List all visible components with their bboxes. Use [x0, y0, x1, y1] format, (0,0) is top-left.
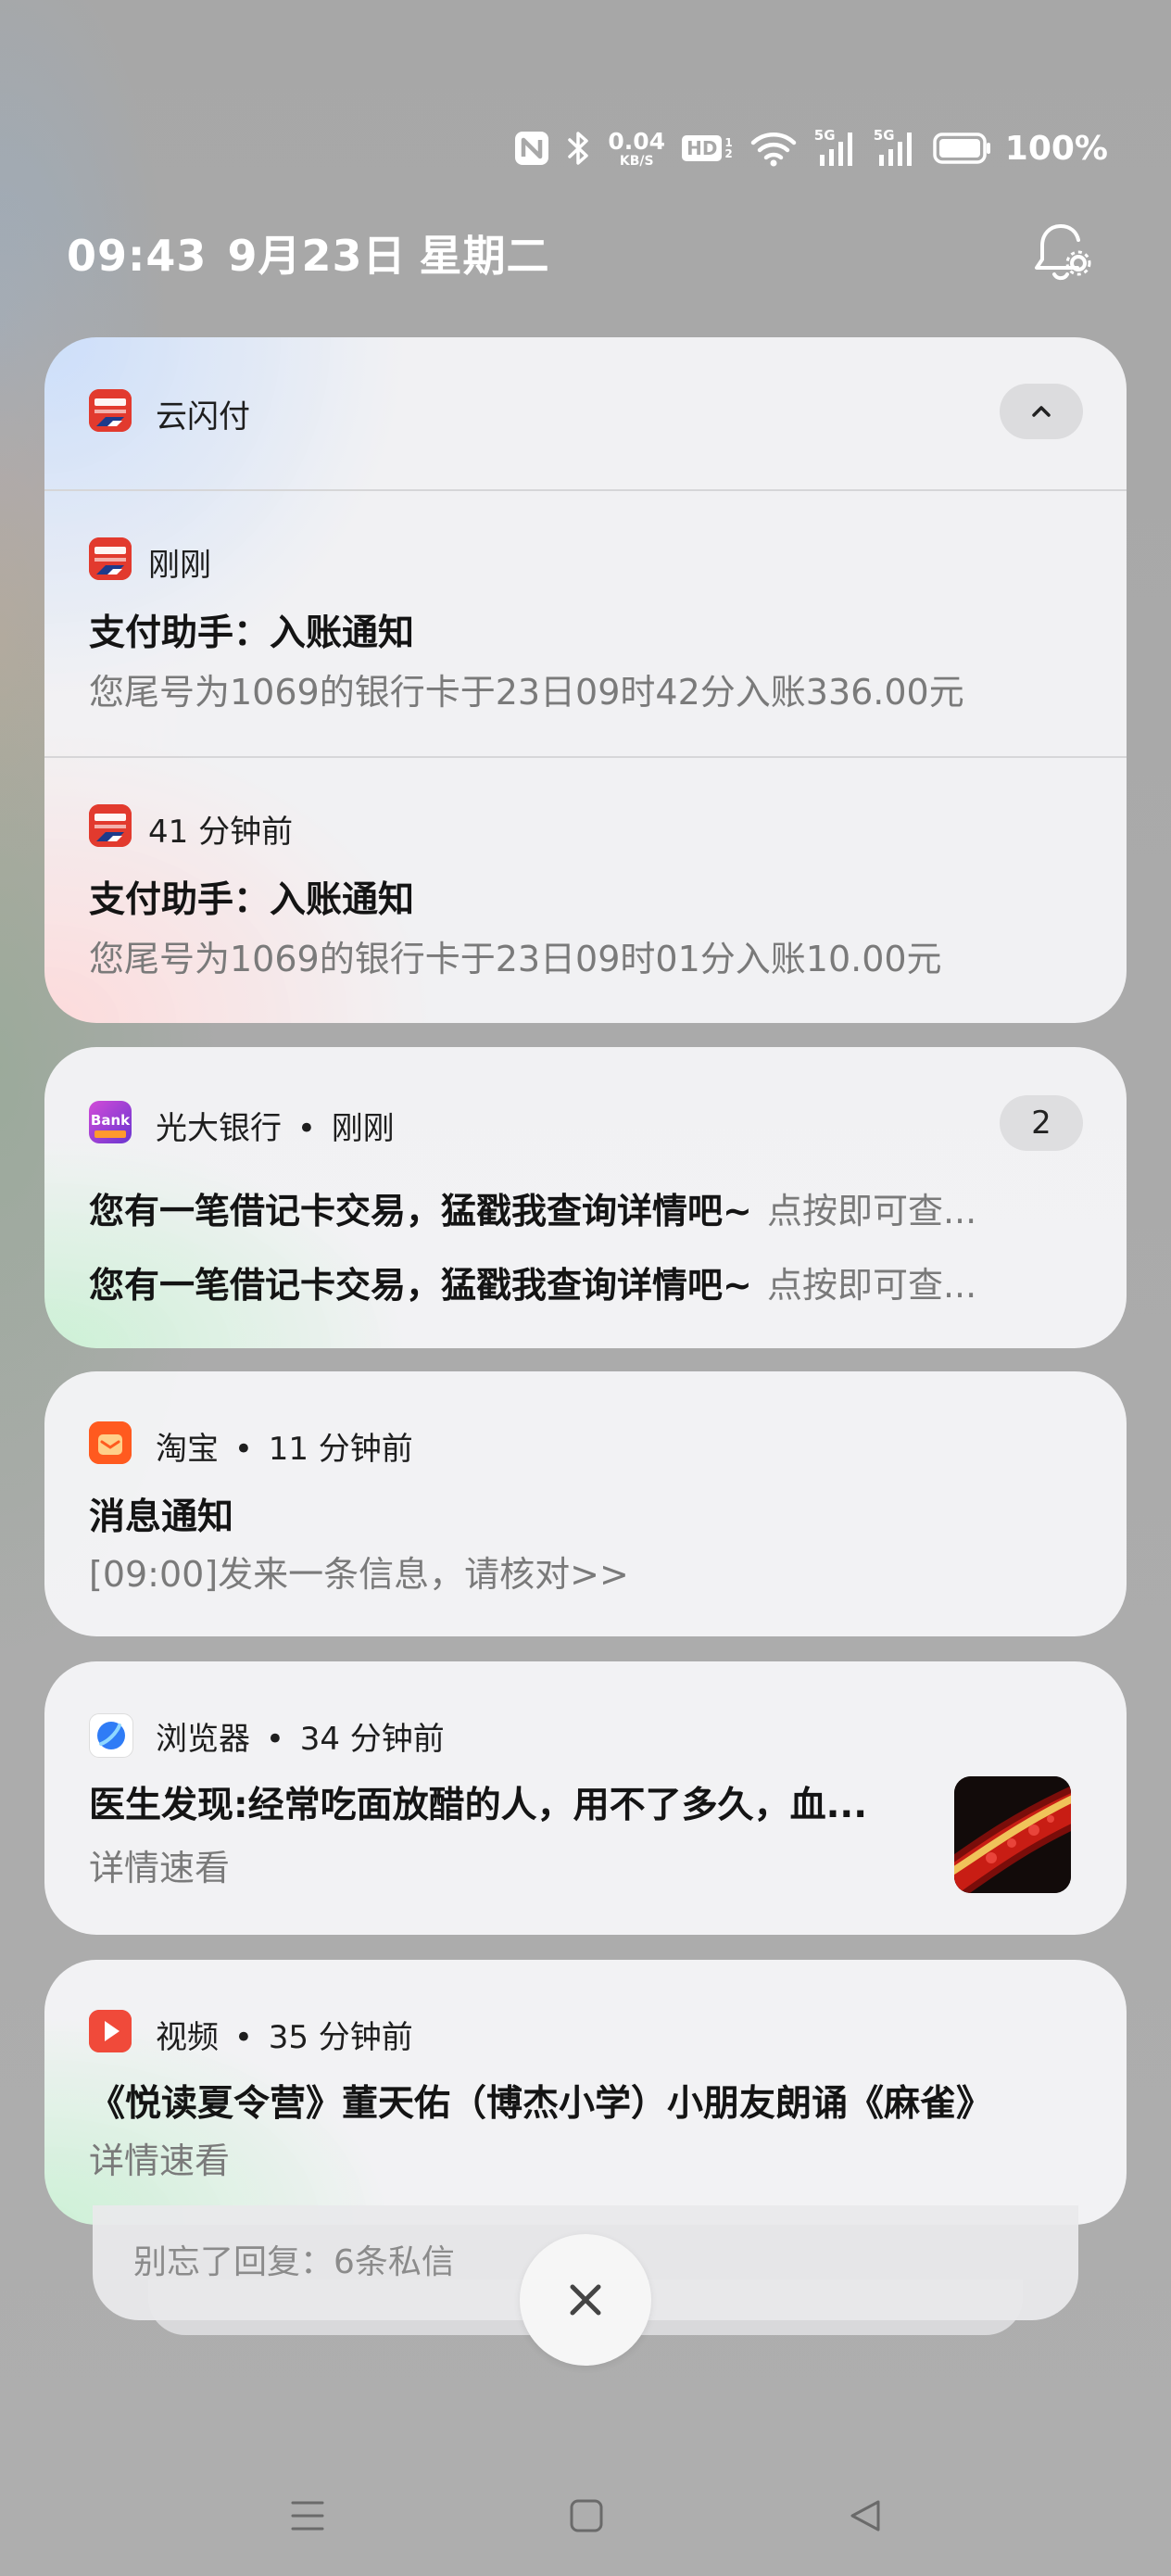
clear-all-button[interactable] [520, 2234, 651, 2366]
battery-percent: 100% [1004, 129, 1108, 168]
notification-title: 支付助手：入账通知 [89, 879, 415, 921]
video-app-icon [89, 2010, 132, 2052]
chevron-up-icon [1032, 406, 1051, 417]
notification-title: 《悦读夏令营》董天佑（博杰小学）小朋友朗诵《麻雀》 [89, 2083, 993, 2125]
hd-icon: HD 12 [682, 135, 733, 161]
network-speed: 0.04 KB/S [608, 130, 665, 168]
app-name: 视频 [156, 2019, 219, 2056]
yunshanfu-app-icon [89, 537, 132, 580]
notification-line-hint: 点按即可查... [766, 1265, 977, 1306]
weekday-text: 星期二 [419, 231, 550, 281]
notification-line: 您有一笔借记卡交易，猛戳我查询详情吧~ 点按即可查... [89, 1182, 976, 1233]
hd-label: HD [682, 135, 723, 161]
notification-item[interactable]: 刚刚 支付助手：入账通知 您尾号为1069的银行卡于23日09时42分入账336… [44, 491, 1127, 760]
notification-time: 刚刚 [148, 547, 211, 584]
date-time-header: 09:43 9月23日 星期二 [67, 222, 549, 284]
network-speed-value: 0.04 [608, 127, 666, 155]
signal-1-icon: 5G [813, 127, 857, 168]
signal-1-label: 5G [813, 127, 836, 144]
notification-title: 消息通知 [89, 1496, 234, 1538]
signal-2-icon: 5G [873, 127, 916, 168]
yunshanfu-app-icon [89, 804, 132, 847]
bluetooth-icon [567, 129, 591, 168]
notification-time: 41 分钟前 [148, 814, 294, 851]
status-bar: 0.04 KB/S HD 12 5G 5G 100% [513, 120, 1108, 176]
back-triangle-icon [850, 2500, 880, 2532]
collapse-group-button[interactable] [1000, 384, 1083, 439]
notification-header: 浏览器 • 34 分钟前 [156, 1713, 445, 1759]
notification-thumbnail-image [954, 1776, 1071, 1893]
notification-guangda-bank[interactable]: Bank 光大银行 • 刚刚 2 您有一笔借记卡交易，猛戳我查询详情吧~ 点按即… [44, 1047, 1127, 1348]
notification-time: 刚刚 [331, 1110, 395, 1147]
notification-header: 光大银行 • 刚刚 [156, 1103, 395, 1148]
notification-body: 详情速看 [89, 1848, 231, 1888]
notification-header: 视频 • 35 分钟前 [156, 2012, 413, 2057]
group-app-name: 云闪付 [156, 398, 250, 436]
notification-item[interactable]: 41 分钟前 支付助手：入账通知 您尾号为1069的银行卡于23日09时01分入… [44, 758, 1127, 1023]
clock-time: 09:43 [67, 231, 208, 281]
nav-back-button[interactable] [837, 2488, 893, 2544]
nav-home-button[interactable] [559, 2488, 614, 2544]
wifi-icon [749, 130, 798, 167]
stacked-notification-text: 别忘了回复：6条私信 [133, 2243, 455, 2281]
notification-body: 您尾号为1069的银行卡于23日09时01分入账10.00元 [89, 939, 942, 979]
notification-line-text: 您有一笔借记卡交易，猛戳我查询详情吧~ [89, 1191, 752, 1231]
notification-time: 11 分钟前 [268, 1431, 413, 1468]
notification-body: [09:00]发来一条信息，请核对>> [89, 1554, 629, 1595]
battery-icon [933, 132, 992, 165]
app-name: 光大银行 [156, 1110, 282, 1147]
nav-menu-button[interactable] [280, 2488, 335, 2544]
notification-group-yunshanfu[interactable]: 云闪付 刚刚 支付助手：入账通知 您尾号为1069的银行卡于23日09时42分入… [44, 337, 1127, 1023]
notification-video[interactable]: 视频 • 35 分钟前 《悦读夏令营》董天佑（博杰小学）小朋友朗诵《麻雀》 详情… [44, 1960, 1127, 2225]
yunshanfu-app-icon [89, 389, 132, 432]
home-square-icon [570, 2499, 603, 2532]
notification-count-badge[interactable]: 2 [1000, 1095, 1083, 1151]
notification-body: 您尾号为1069的银行卡于23日09时42分入账336.00元 [89, 672, 964, 713]
separator: • [233, 1431, 253, 1468]
signal-2-label: 5G [873, 127, 895, 144]
separator: • [265, 1721, 284, 1758]
notification-time: 34 分钟前 [299, 1721, 445, 1758]
separator: • [233, 2019, 253, 2056]
notification-body: 详情速看 [89, 2140, 231, 2181]
notification-browser[interactable]: 浏览器 • 34 分钟前 医生发现:经常吃面放醋的人，用不了多久，血... 详情… [44, 1661, 1127, 1935]
date-text: 9月23日 [227, 231, 407, 281]
nfc-icon [513, 130, 550, 167]
network-speed-unit: KB/S [619, 153, 654, 169]
browser-app-icon [89, 1713, 133, 1758]
notification-title: 医生发现:经常吃面放醋的人，用不了多久，血... [89, 1785, 868, 1826]
separator: • [296, 1110, 316, 1147]
notification-time: 35 分钟前 [268, 2019, 413, 2056]
notification-line-hint: 点按即可查... [766, 1191, 977, 1231]
menu-icon [291, 2501, 324, 2531]
app-name: 淘宝 [156, 1431, 219, 1468]
notification-line: 您有一笔借记卡交易，猛戳我查询详情吧~ 点按即可查... [89, 1256, 976, 1307]
notification-title: 支付助手：入账通知 [89, 612, 415, 654]
notification-settings-bell-icon[interactable] [1030, 219, 1095, 287]
app-name: 浏览器 [156, 1721, 250, 1758]
taobao-app-icon [89, 1421, 132, 1464]
notification-line-text: 您有一笔借记卡交易，猛戳我查询详情吧~ [89, 1265, 752, 1306]
notification-header: 淘宝 • 11 分钟前 [156, 1423, 413, 1469]
svg-text:Bank: Bank [91, 1112, 131, 1129]
guangda-bank-app-icon: Bank [89, 1101, 132, 1143]
close-icon [570, 2284, 601, 2316]
notification-taobao[interactable]: 淘宝 • 11 分钟前 消息通知 [09:00]发来一条信息，请核对>> [44, 1371, 1127, 1636]
